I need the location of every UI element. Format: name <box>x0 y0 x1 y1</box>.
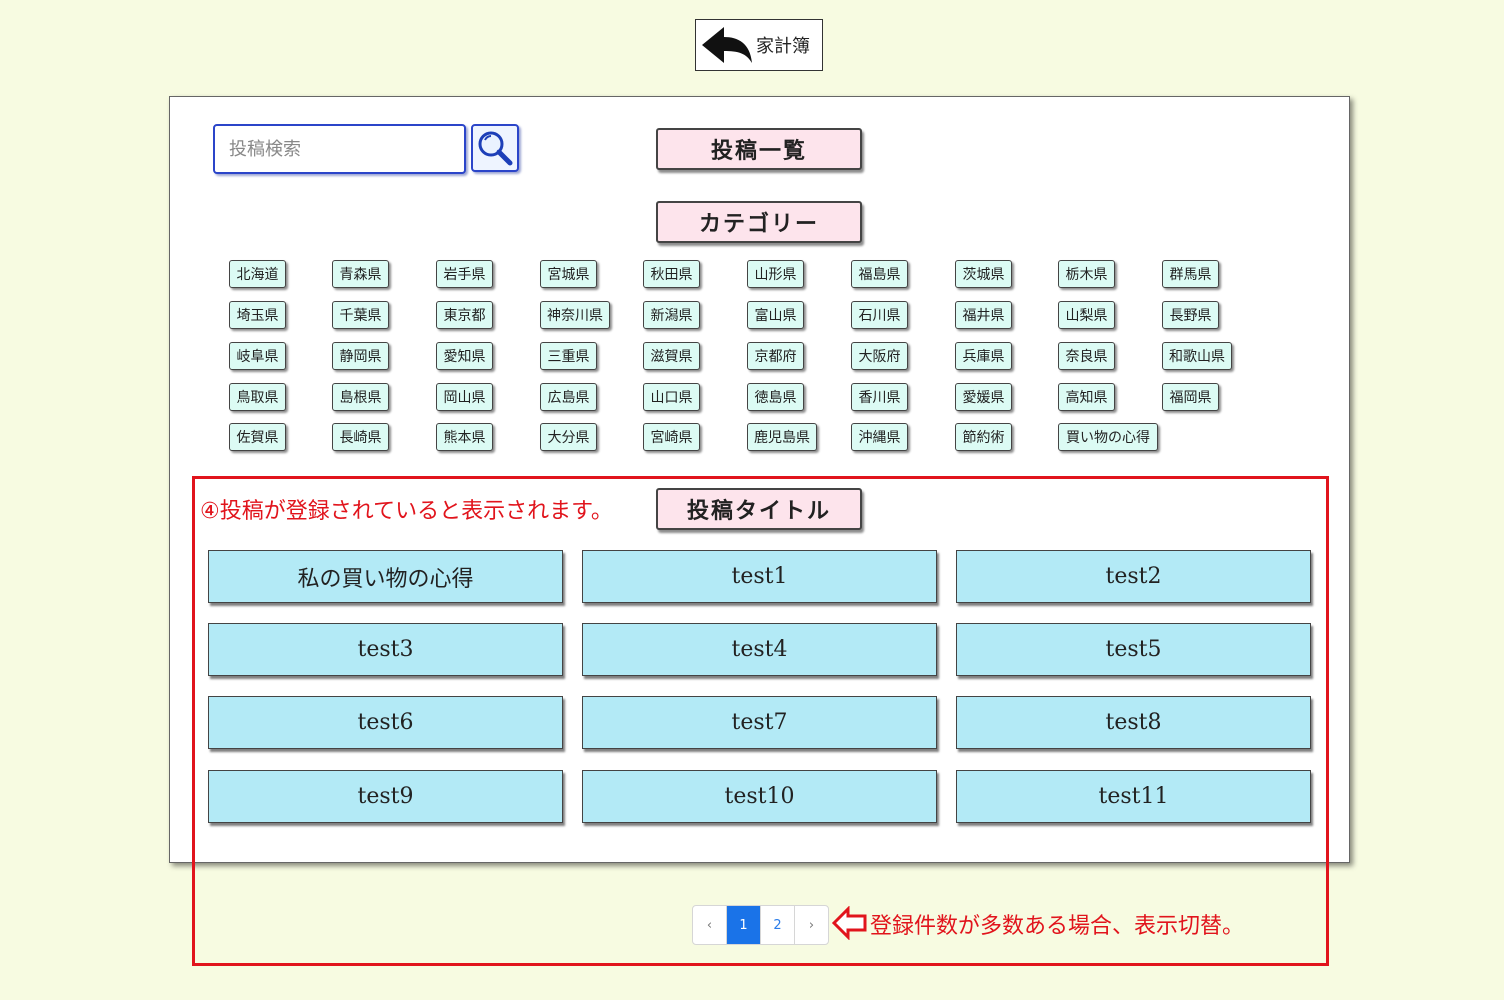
back-arrow-icon <box>702 27 752 63</box>
post-button[interactable]: test5 <box>956 623 1311 676</box>
category-button[interactable]: 奈良県 <box>1058 342 1115 370</box>
category-button[interactable]: 富山県 <box>747 301 804 329</box>
category-button[interactable]: 岐阜県 <box>229 342 286 370</box>
post-button[interactable]: test4 <box>582 623 937 676</box>
category-button[interactable]: 鹿児島県 <box>747 423 817 451</box>
category-button[interactable]: 熊本県 <box>436 423 493 451</box>
category-button[interactable]: 茨城県 <box>955 260 1012 288</box>
category-button[interactable]: 東京都 <box>436 301 493 329</box>
category-button[interactable]: 愛媛県 <box>955 383 1012 411</box>
search-button[interactable] <box>471 124 519 172</box>
category-button[interactable]: 三重県 <box>540 342 597 370</box>
post-button[interactable]: test10 <box>582 770 937 823</box>
pager-annotation: 登録件数が多数ある場合、表示切替。 <box>870 914 1245 939</box>
post-button[interactable]: test11 <box>956 770 1311 823</box>
page-2-button[interactable]: 2 <box>760 906 794 944</box>
category-button[interactable]: 長野県 <box>1162 301 1219 329</box>
category-button[interactable]: 島根県 <box>332 383 389 411</box>
category-button[interactable]: 福岡県 <box>1162 383 1219 411</box>
category-button[interactable]: 大阪府 <box>851 342 908 370</box>
category-button[interactable]: 山口県 <box>643 383 700 411</box>
category-button[interactable]: 石川県 <box>851 301 908 329</box>
post-button[interactable]: test1 <box>582 550 937 603</box>
category-button[interactable]: 新潟県 <box>643 301 700 329</box>
search-icon <box>478 131 513 166</box>
category-button[interactable]: 福島県 <box>851 260 908 288</box>
post-title-heading: 投稿タイトル <box>656 488 862 530</box>
page-next-button[interactable]: › <box>794 906 828 944</box>
back-to-kakeibo-button[interactable]: 家計簿 <box>695 19 823 71</box>
category-button[interactable]: 栃木県 <box>1058 260 1115 288</box>
page-1-button[interactable]: 1 <box>726 906 760 944</box>
pagination: ‹ 1 2 › <box>692 905 829 945</box>
post-button[interactable]: test3 <box>208 623 563 676</box>
page-prev-button[interactable]: ‹ <box>693 906 726 944</box>
post-button[interactable]: test6 <box>208 696 563 749</box>
category-button[interactable]: 宮城県 <box>540 260 597 288</box>
category-button[interactable]: 京都府 <box>747 342 804 370</box>
category-button[interactable]: 香川県 <box>851 383 908 411</box>
category-button[interactable]: 秋田県 <box>643 260 700 288</box>
category-button[interactable]: 大分県 <box>540 423 597 451</box>
category-button[interactable]: 千葉県 <box>332 301 389 329</box>
category-button[interactable]: 山梨県 <box>1058 301 1115 329</box>
category-button[interactable]: 愛知県 <box>436 342 493 370</box>
category-button[interactable]: 神奈川県 <box>540 301 610 329</box>
category-button[interactable]: 鳥取県 <box>229 383 286 411</box>
category-button[interactable]: 埼玉県 <box>229 301 286 329</box>
post-button[interactable]: test9 <box>208 770 563 823</box>
category-button[interactable]: 節約術 <box>955 423 1012 451</box>
category-button[interactable]: 和歌山県 <box>1162 342 1232 370</box>
posts-annotation: ④投稿が登録されていると表示されます。 <box>200 499 613 524</box>
category-button[interactable]: 静岡県 <box>332 342 389 370</box>
category-button[interactable]: 山形県 <box>747 260 804 288</box>
post-search-input[interactable] <box>213 124 466 174</box>
category-button[interactable]: 高知県 <box>1058 383 1115 411</box>
category-button[interactable]: 北海道 <box>229 260 286 288</box>
post-list-heading[interactable]: 投稿一覧 <box>656 128 862 170</box>
category-button[interactable]: 岡山県 <box>436 383 493 411</box>
category-button[interactable]: 群馬県 <box>1162 260 1219 288</box>
category-button[interactable]: 青森県 <box>332 260 389 288</box>
category-button[interactable]: 滋賀県 <box>643 342 700 370</box>
category-button[interactable]: 福井県 <box>955 301 1012 329</box>
left-arrow-annotation-icon <box>832 906 867 940</box>
category-button[interactable]: 宮崎県 <box>643 423 700 451</box>
category-button[interactable]: 佐賀県 <box>229 423 286 451</box>
post-button[interactable]: 私の買い物の心得 <box>208 550 563 603</box>
post-button[interactable]: test7 <box>582 696 937 749</box>
post-button[interactable]: test2 <box>956 550 1311 603</box>
category-button[interactable]: 長崎県 <box>332 423 389 451</box>
category-button[interactable]: 岩手県 <box>436 260 493 288</box>
category-button[interactable]: 買い物の心得 <box>1058 423 1158 451</box>
category-button[interactable]: 広島県 <box>540 383 597 411</box>
category-button[interactable]: 沖縄県 <box>851 423 908 451</box>
category-heading: カテゴリー <box>656 201 862 243</box>
post-button[interactable]: test8 <box>956 696 1311 749</box>
category-button[interactable]: 徳島県 <box>747 383 804 411</box>
back-button-label: 家計簿 <box>756 36 810 57</box>
category-button[interactable]: 兵庫県 <box>955 342 1012 370</box>
